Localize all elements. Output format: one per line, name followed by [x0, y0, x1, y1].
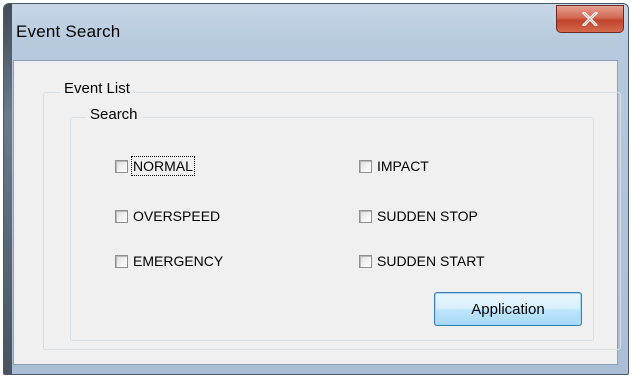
checkbox-overspeed[interactable]: OVERSPEED: [115, 208, 220, 224]
checkbox-sudden-start[interactable]: SUDDEN START: [359, 253, 485, 269]
checkbox-label: SUDDEN START: [377, 253, 485, 269]
checkbox-box[interactable]: [115, 209, 128, 223]
checkbox-box[interactable]: [359, 209, 372, 223]
checkbox-box[interactable]: [359, 254, 372, 268]
checkbox-label: OVERSPEED: [133, 208, 221, 224]
checkbox-sudden-stop[interactable]: SUDDEN STOP: [359, 208, 478, 224]
checkbox-normal[interactable]: NORMAL: [115, 156, 195, 176]
checkbox-label: NORMAL: [131, 156, 195, 176]
event-search-window: Event Search Event List Search NORMAL IM…: [3, 3, 629, 375]
checkbox-label: EMERGENCY: [133, 253, 224, 269]
title-bar[interactable]: Event Search: [4, 4, 628, 60]
checkbox-box[interactable]: [359, 159, 372, 173]
event-list-label: Event List: [60, 80, 134, 97]
search-group-label: Search: [86, 106, 142, 123]
checkbox-label: IMPACT: [377, 158, 429, 174]
close-button[interactable]: [556, 5, 624, 33]
checkbox-label: SUDDEN STOP: [377, 208, 478, 224]
checkbox-impact[interactable]: IMPACT: [359, 158, 429, 174]
checkbox-box[interactable]: [115, 254, 128, 268]
dialog-client-area: Event List Search NORMAL IMPACT OVERSPEE…: [13, 60, 621, 365]
checkbox-emergency[interactable]: EMERGENCY: [115, 253, 223, 269]
close-x-icon: [582, 12, 598, 26]
window-title: Event Search: [16, 22, 121, 41]
application-button[interactable]: Application: [434, 292, 582, 326]
checkbox-box[interactable]: [115, 159, 128, 173]
